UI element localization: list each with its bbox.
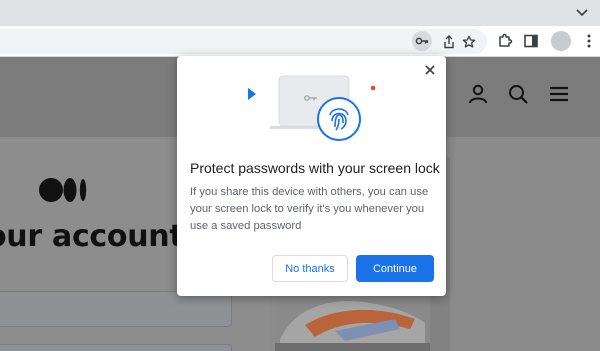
login-heading: our account — [0, 219, 184, 254]
login-input-secondary[interactable] — [0, 344, 232, 351]
browser-toolbar — [0, 26, 600, 57]
no-thanks-button[interactable]: No thanks — [272, 255, 348, 282]
key-icon[interactable] — [412, 31, 432, 51]
dialog-body: If you share this device with others, yo… — [190, 186, 429, 232]
hamburger-icon[interactable] — [548, 83, 570, 105]
puzzle-icon[interactable] — [496, 32, 514, 50]
avatar[interactable] — [551, 31, 571, 51]
user-icon[interactable] — [467, 83, 489, 105]
address-bar[interactable] — [0, 29, 487, 54]
tab-strip — [0, 0, 600, 26]
search-icon[interactable] — [507, 83, 529, 105]
share-icon[interactable] — [440, 33, 458, 51]
star-icon[interactable] — [460, 33, 478, 51]
continue-button[interactable]: Continue — [356, 255, 434, 282]
side-panel-icon[interactable] — [522, 32, 540, 50]
medium-logo — [38, 177, 90, 203]
dialog-title: Protect passwords with your screen lock — [190, 160, 440, 176]
screen-lock-dialog: Protect passwords with your screen lock … — [177, 56, 446, 296]
close-icon[interactable] — [422, 62, 438, 78]
chevron-down-icon[interactable] — [574, 4, 590, 20]
fingerprint-illustration — [237, 68, 387, 158]
login-input[interactable] — [0, 291, 232, 327]
kebab-menu-icon[interactable] — [580, 32, 598, 50]
